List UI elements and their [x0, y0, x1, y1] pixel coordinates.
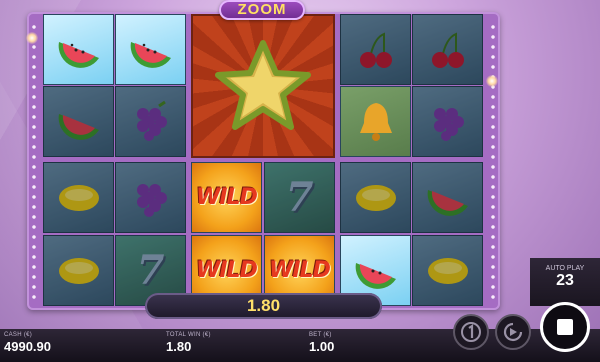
reel-cell-lemon — [412, 235, 483, 306]
grapes-icon — [136, 100, 167, 141]
reel-cell-watermelon — [43, 86, 114, 157]
frame-lights-right — [489, 22, 497, 304]
reel-cell-grapes — [412, 86, 483, 157]
win-amount-display: 1.80 — [145, 293, 382, 319]
lemon-icon — [58, 257, 99, 284]
bet-value: 1.00 — [309, 339, 335, 354]
autoplay-label: AUTO PLAY — [545, 265, 585, 272]
seven-symbol: 7 — [136, 247, 165, 294]
watermelon-icon — [427, 189, 468, 216]
watermelon-icon — [355, 262, 396, 289]
wild-symbol: WILD — [196, 258, 258, 283]
bell-icon — [359, 102, 392, 141]
cash-value: 4990.90 — [4, 339, 51, 354]
turbo-icon — [503, 322, 523, 342]
reel-cell-cherries — [340, 14, 411, 85]
reel-cell-grapes — [115, 86, 186, 157]
reel-cell-lemon — [43, 235, 114, 306]
lemon-icon — [427, 257, 468, 284]
reel-cell-lemon — [43, 162, 114, 233]
reel-cell-wild: WILD — [191, 162, 262, 233]
bet-label: BET (€) — [309, 332, 332, 338]
watermelon-icon — [58, 41, 99, 68]
reel-cell-bell — [340, 86, 411, 157]
grapes-icon — [433, 107, 464, 141]
autoplay-count: 23 — [556, 272, 574, 289]
cherries-icon — [431, 32, 464, 68]
total-win-stat: TOTAL WIN (€) 1.80 — [166, 332, 211, 354]
reel-cell-grapes — [115, 162, 186, 233]
cherries-icon — [359, 32, 392, 68]
cash-label: CASH (€) — [4, 332, 33, 338]
reel-cell-star-zoom — [191, 14, 335, 158]
reel-cell-seven: 7 — [264, 162, 335, 233]
seven-symbol: 7 — [285, 174, 314, 221]
reel-cell-watermelon — [115, 14, 186, 85]
star-icon — [215, 40, 311, 130]
frame-lights-left — [30, 22, 38, 304]
watermelon-icon — [58, 113, 99, 140]
coin-icon — [461, 322, 481, 342]
autoplay-panel[interactable]: AUTO PLAY 23 — [530, 258, 600, 306]
lemon-icon — [58, 184, 99, 211]
cash-stat: CASH (€) 4990.90 — [4, 332, 51, 354]
grapes-icon — [136, 183, 167, 217]
zoom-badge: ZOOM — [219, 0, 305, 20]
stop-icon — [557, 319, 573, 335]
reel-cell-lemon — [340, 162, 411, 233]
glow-light — [26, 32, 38, 44]
bet-stat: BET (€) 1.00 — [309, 332, 334, 354]
glow-light — [486, 75, 498, 87]
wild-symbol: WILD — [196, 185, 258, 210]
watermelon-icon — [130, 41, 171, 68]
coin-value-button[interactable] — [453, 314, 489, 350]
total-win-value: 1.80 — [166, 339, 192, 354]
total-win-label: TOTAL WIN (€) — [166, 332, 211, 338]
wild-symbol: WILD — [269, 258, 331, 283]
reel-cell-cherries — [412, 14, 483, 85]
lemon-icon — [355, 184, 396, 211]
turbo-spin-button[interactable] — [495, 314, 531, 350]
reel-cell-watermelon — [43, 14, 114, 85]
stop-autoplay-button[interactable] — [540, 302, 590, 352]
reel-cell-watermelon — [412, 162, 483, 233]
